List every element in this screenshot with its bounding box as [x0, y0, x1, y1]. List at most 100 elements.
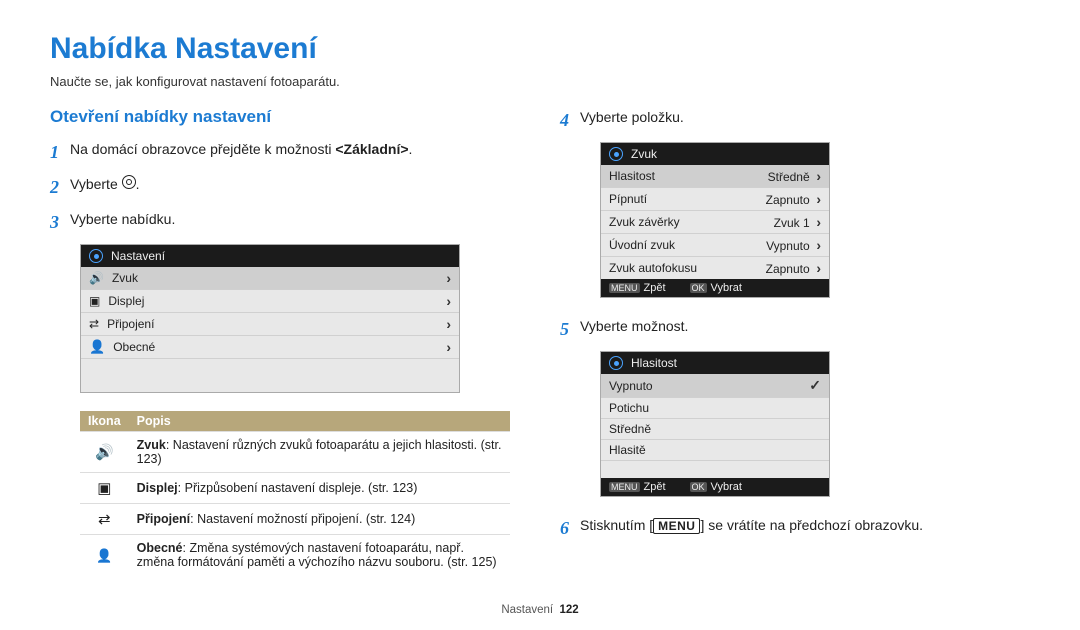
option-row[interactable]: Vypnuto ✓ — [601, 374, 829, 397]
table-desc: : Přizpůsobení nastavení displeje. (str.… — [178, 481, 418, 495]
table-desc: : Změna systémových nastavení fotoaparát… — [137, 541, 497, 569]
camera-screen-settings-menu: Nastavení Zvuk › Displej › Připojení › — [80, 244, 460, 393]
dial-icon — [609, 356, 623, 370]
table-row: Připojení: Nastavení možností připojení.… — [80, 504, 510, 535]
dial-icon — [609, 147, 623, 161]
table-head-desc: Popis — [129, 411, 510, 432]
camera-screen-zvuk: Zvuk Hlasitost Středně › Pípnutí Zapnuto… — [600, 142, 830, 298]
step-text: Stisknutím [ — [580, 517, 653, 533]
display-icon — [89, 294, 100, 308]
sound-icon — [95, 444, 114, 461]
row-value: Vypnuto — [766, 239, 810, 253]
step-number: 6 — [560, 515, 580, 542]
row-value: Zvuk 1 — [774, 216, 810, 230]
table-head-icon: Ikona — [80, 411, 129, 432]
menu-button-icon: MENU — [653, 518, 700, 534]
screen-title: Hlasitost — [631, 356, 677, 370]
chevron-right-icon: › — [816, 191, 821, 207]
option-label: Vypnuto — [609, 379, 653, 393]
step-text: Vyberte nabídku. — [70, 209, 520, 236]
step-text: Vyberte položku. — [580, 107, 1030, 134]
page-footer: Nastavení 122 — [0, 604, 1080, 616]
option-label: Středně — [609, 422, 651, 436]
option-label: Potichu — [609, 401, 649, 415]
menu-row-pripojeni[interactable]: Připojení › — [81, 312, 459, 335]
step-3: 3 Vyberte nabídku. — [50, 209, 520, 236]
gear-icon — [122, 175, 136, 189]
step-text-bold: <Základní> — [335, 141, 408, 157]
general-icon — [96, 547, 112, 564]
step-text: Na domácí obrazovce přejděte k možnosti — [70, 141, 335, 157]
step-5: 5 Vyberte možnost. — [560, 316, 1030, 343]
step-number: 1 — [50, 139, 70, 166]
camera-screen-hlasitost: Hlasitost Vypnuto ✓ Potichu Středně Hlas… — [600, 351, 830, 497]
foot-back: Zpět — [644, 282, 666, 294]
option-row[interactable]: Hlasitě — [601, 439, 829, 460]
chevron-right-icon: › — [446, 270, 451, 286]
menu-label: Displej — [108, 294, 144, 308]
footer-section: Nastavení — [501, 604, 553, 616]
row-value: Středně — [768, 170, 810, 184]
left-column: Otevření nabídky nastavení 1 Na domácí o… — [50, 107, 520, 575]
screen-footer: MENU Zpět OK Vybrat — [601, 279, 829, 297]
menu-row[interactable]: Hlasitost Středně › — [601, 165, 829, 187]
icon-description-table: Ikona Popis Zvuk: Nastavení různých zvuk… — [80, 411, 510, 575]
step-number: 4 — [560, 107, 580, 134]
table-term: Obecné — [137, 541, 183, 555]
dial-icon — [89, 249, 103, 263]
page-number: 122 — [559, 604, 578, 616]
step-text: Vyberte — [70, 176, 122, 192]
row-value: Zapnuto — [766, 262, 810, 276]
table-row: Obecné: Změna systémových nastavení foto… — [80, 535, 510, 576]
section-subtitle: Otevření nabídky nastavení — [50, 107, 520, 127]
chevron-right-icon: › — [816, 168, 821, 184]
step-4: 4 Vyberte položku. — [560, 107, 1030, 134]
chevron-right-icon: › — [816, 214, 821, 230]
connect-icon — [89, 317, 99, 331]
menu-label: Zvuk — [112, 271, 138, 285]
check-icon: ✓ — [809, 377, 821, 394]
option-row[interactable]: Středně — [601, 418, 829, 439]
step-6: 6 Stisknutím [MENU] se vrátíte na předch… — [560, 515, 1030, 542]
step-text: Vyberte možnost. — [580, 316, 1030, 343]
chevron-right-icon: › — [446, 339, 451, 355]
table-row: Zvuk: Nastavení různých zvuků fotoaparát… — [80, 432, 510, 473]
menu-key-label: MENU — [609, 283, 640, 293]
row-label: Hlasitost — [609, 169, 655, 183]
step-text: . — [136, 176, 140, 192]
option-row[interactable]: Potichu — [601, 397, 829, 418]
menu-row-displej[interactable]: Displej › — [81, 289, 459, 312]
menu-row[interactable]: Zvuk závěrky Zvuk 1 › — [601, 210, 829, 233]
step-text: . — [409, 141, 413, 157]
step-text: ] se vrátíte na předchozí obrazovku. — [700, 517, 923, 533]
option-label: Hlasitě — [609, 443, 646, 457]
table-term: Displej — [137, 481, 178, 495]
right-column: 4 Vyberte položku. Zvuk Hlasitost Středn… — [560, 107, 1030, 575]
foot-ok: Vybrat — [711, 481, 742, 493]
row-label: Pípnutí — [609, 192, 647, 206]
chevron-right-icon: › — [446, 293, 451, 309]
table-term: Zvuk — [137, 438, 166, 452]
menu-row[interactable]: Úvodní zvuk Vypnuto › — [601, 233, 829, 256]
row-label: Úvodní zvuk — [609, 238, 675, 252]
screen-title: Zvuk — [631, 147, 657, 161]
menu-row-obecne[interactable]: Obecné › — [81, 335, 459, 358]
sound-icon — [89, 271, 104, 285]
menu-row-zvuk[interactable]: Zvuk › — [81, 267, 459, 289]
screen-footer: MENUZpět OKVybrat — [601, 478, 829, 496]
row-label: Zvuk autofokusu — [609, 261, 697, 275]
row-label: Zvuk závěrky — [609, 215, 680, 229]
step-number: 5 — [560, 316, 580, 343]
menu-row[interactable]: Pípnutí Zapnuto › — [601, 187, 829, 210]
step-2: 2 Vyberte . — [50, 174, 520, 201]
foot-back: Zpět — [644, 481, 666, 493]
table-desc: : Nastavení možností připojení. (str. 12… — [190, 512, 415, 526]
chevron-right-icon: › — [816, 237, 821, 253]
display-icon — [97, 480, 111, 497]
ok-key-label: OK — [690, 283, 707, 293]
general-icon — [89, 339, 105, 355]
menu-row[interactable]: Zvuk autofokusu Zapnuto › — [601, 256, 829, 279]
foot-ok: Vybrat — [711, 282, 742, 294]
table-term: Připojení — [137, 512, 190, 526]
menu-label: Obecné — [113, 340, 155, 354]
